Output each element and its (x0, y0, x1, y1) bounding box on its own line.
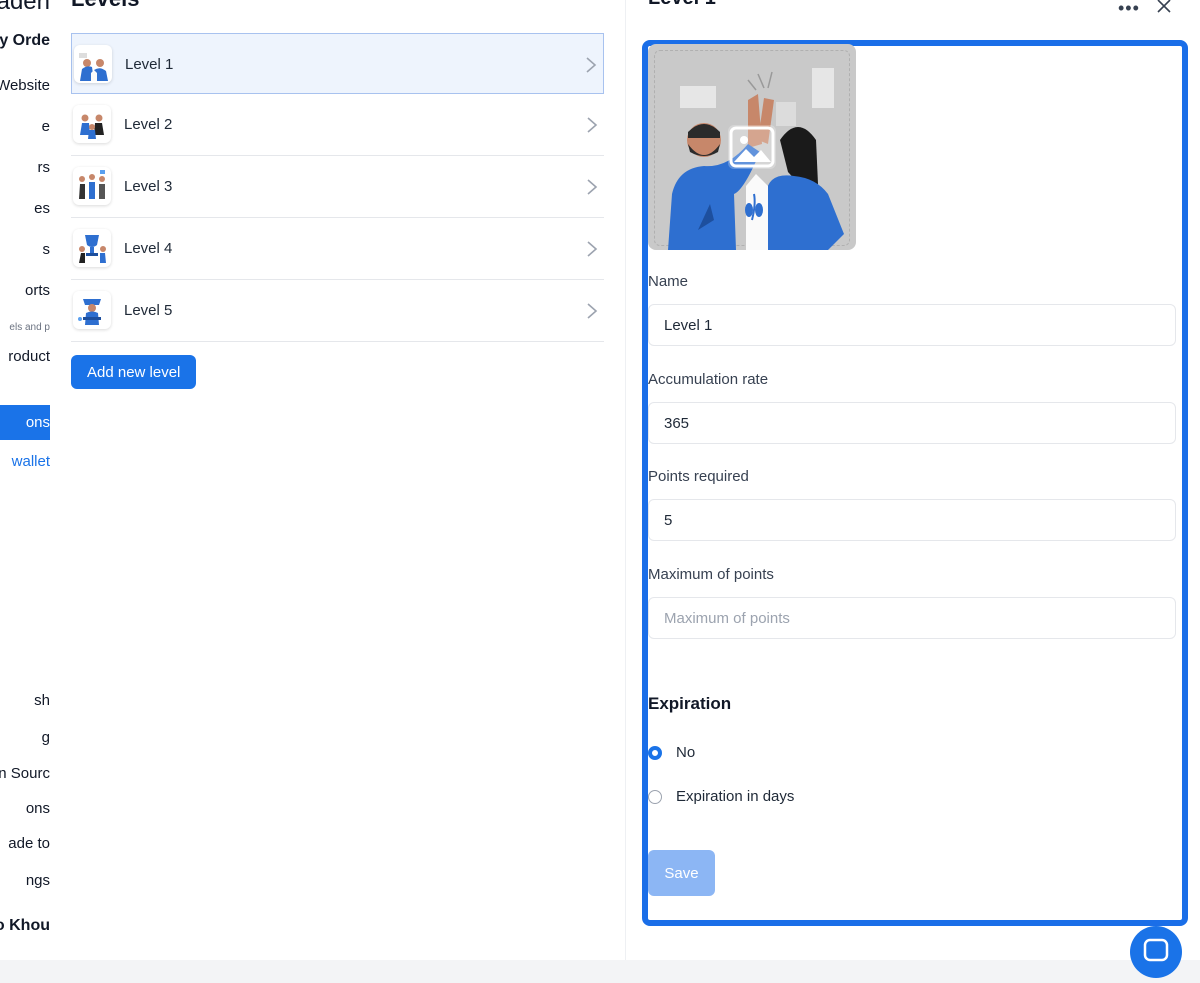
level-thumbnail (73, 291, 111, 329)
level-thumbnail (74, 45, 112, 83)
level-label: Level 2 (124, 116, 173, 133)
save-button[interactable]: Save (648, 850, 715, 896)
chevron-right-icon (585, 56, 597, 79)
level-list: Level 1 Level 2 Level 3 Level 4 Level 5 (71, 33, 604, 342)
level-image-upload[interactable] (648, 44, 856, 250)
sidebar-item[interactable]: o Khou (0, 917, 50, 935)
radio-button[interactable] (648, 790, 662, 804)
level-thumbnail (73, 229, 111, 267)
accumulation-rate-input[interactable] (648, 402, 1176, 444)
level-thumbnail (73, 105, 111, 143)
name-input[interactable] (648, 304, 1176, 346)
image-upload-icon[interactable] (728, 125, 776, 169)
sidebar-item[interactable]: e (42, 118, 50, 135)
radio-label: No (676, 744, 696, 761)
brand-logo-text: aden (0, 0, 50, 15)
radio-label: Expiration in days (676, 788, 795, 805)
level-label: Level 1 (125, 56, 174, 73)
sidebar-item[interactable]: Website (0, 77, 50, 94)
chat-support-icon[interactable] (1130, 926, 1182, 978)
level-detail-panel: Level 1 ••• (626, 0, 1200, 960)
detail-title: Level 1 (648, 0, 716, 10)
sidebar-item[interactable]: s (43, 241, 51, 258)
sidebar-item[interactable]: ons (26, 800, 50, 817)
more-horizontal-icon[interactable]: ••• (1118, 0, 1140, 19)
sidebar-item[interactable]: y Orde (0, 32, 50, 50)
sidebar-item[interactable]: sh (34, 692, 50, 709)
level-row[interactable]: Level 2 (71, 94, 604, 156)
sidebar-item[interactable]: n Sourc (0, 765, 50, 782)
points-required-input[interactable] (648, 499, 1176, 541)
sidebar-item[interactable]: wallet (12, 453, 50, 470)
sidebar-item[interactable]: es (34, 200, 50, 217)
chevron-right-icon (586, 302, 598, 325)
level-label: Level 3 (124, 178, 173, 195)
points-required-label: Points required (648, 468, 749, 485)
maximum-points-label: Maximum of points (648, 566, 774, 583)
level-row[interactable]: Level 4 (71, 218, 604, 280)
sidebar-item[interactable]: ade to (8, 835, 50, 852)
level-row[interactable]: Level 5 (71, 280, 604, 342)
chevron-right-icon (586, 178, 598, 201)
level-thumbnail (73, 167, 111, 205)
sidebar-item[interactable]: ngs (26, 872, 50, 889)
chevron-right-icon (586, 240, 598, 263)
maximum-points-input[interactable] (648, 597, 1176, 639)
levels-panel: Levels Level 1Level 2Level 3Level 4Level… (50, 0, 626, 960)
sidebar: aden y Orde Website e rs es s orts els and p rod… (0, 0, 51, 960)
panel-title: Levels (71, 0, 140, 12)
expiration-title: Expiration (648, 694, 732, 713)
name-label: Name (648, 273, 689, 290)
accumulation-rate-label: Accumulation rate (648, 371, 769, 388)
sidebar-item-label: ons (25, 414, 50, 431)
sidebar-item[interactable]: els and p (9, 322, 50, 333)
level-row[interactable]: Level 3 (71, 156, 604, 218)
sidebar-item[interactable]: g (42, 729, 50, 746)
close-icon[interactable] (1154, 0, 1174, 21)
sidebar-item[interactable]: rs (38, 159, 51, 176)
add-new-level-button[interactable]: Add new level (71, 355, 197, 389)
level-label: Level 4 (124, 240, 173, 257)
sidebar-item[interactable]: roduct (8, 348, 50, 365)
chevron-right-icon (586, 116, 598, 139)
radio-button[interactable] (648, 746, 662, 760)
sidebar-item[interactable]: orts (25, 282, 50, 299)
level-label: Level 5 (124, 302, 173, 319)
sidebar-item-active[interactable]: ons (0, 405, 50, 440)
level-row[interactable]: Level 1 (71, 33, 604, 94)
